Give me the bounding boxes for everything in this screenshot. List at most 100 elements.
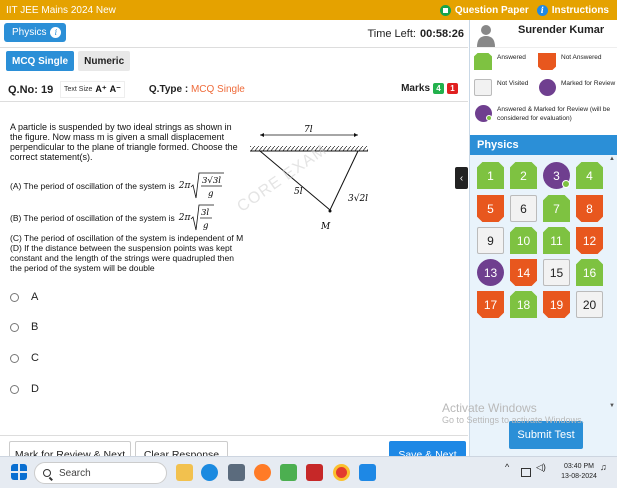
user-name: Surender Kumar: [518, 24, 605, 36]
windows-start-icon[interactable]: [11, 464, 27, 480]
radio-b[interactable]: [10, 322, 19, 332]
palette-question-9[interactable]: 9: [477, 227, 504, 254]
exam-title: IIT JEE Mains 2024 New: [6, 4, 116, 16]
tray-chevron-up-icon[interactable]: ^: [505, 462, 509, 472]
scroll-up-arrow-icon[interactable]: ▲: [609, 156, 615, 162]
avatar-icon: [477, 25, 495, 47]
mass-point: [328, 209, 332, 213]
chrome-icon[interactable]: [333, 464, 350, 481]
radio-c[interactable]: [10, 353, 19, 363]
collapse-panel-toggle[interactable]: ‹: [455, 167, 468, 189]
tab-numeric[interactable]: Numeric: [78, 51, 131, 71]
palette-question-14[interactable]: 14: [510, 259, 537, 286]
option-a[interactable]: A: [10, 291, 38, 303]
palette-question-18[interactable]: 18: [510, 291, 537, 318]
palette-question-12[interactable]: 12: [576, 227, 603, 254]
filezilla-icon[interactable]: [306, 464, 323, 481]
answered-swatch-icon: [474, 53, 492, 70]
notepad-icon[interactable]: [280, 464, 297, 481]
option-b[interactable]: B: [10, 321, 38, 333]
palette-question-17[interactable]: 17: [477, 291, 504, 318]
notification-bell-icon[interactable]: ♫: [600, 462, 607, 472]
formula-a: 2π 3√3l g: [179, 172, 225, 200]
strings-diagram: 7l 5l 3√2l M: [250, 125, 368, 232]
palette-question-20[interactable]: 20: [576, 291, 603, 318]
question-type-value: MCQ Single: [190, 84, 245, 95]
tab-mcq-single[interactable]: MCQ Single: [6, 51, 75, 71]
option-c[interactable]: C: [10, 352, 39, 364]
answered-tick-icon: [562, 180, 570, 188]
instructions-link[interactable]: i Instructions: [536, 4, 609, 16]
status-legend: Answered Not Answered Not Visited Marked…: [470, 47, 617, 149]
statement-b: (B) The period of oscillation of the sys…: [10, 204, 215, 232]
palette-question-11[interactable]: 11: [543, 227, 570, 254]
section-tab-physics[interactable]: Physics i: [4, 23, 67, 42]
time-left-value: 00:58:26: [419, 28, 464, 40]
clock[interactable]: 03:40 PM 13-08-2024: [557, 462, 601, 482]
palette-question-4[interactable]: 4: [576, 162, 603, 189]
taskbar-search[interactable]: Search: [34, 462, 167, 484]
palette-question-3[interactable]: 3: [543, 162, 570, 189]
palette-question-15[interactable]: 15: [543, 259, 570, 286]
palette-question-8[interactable]: 8: [576, 195, 603, 222]
palette-question-10[interactable]: 10: [510, 227, 537, 254]
left-string: [259, 150, 331, 211]
formula-b: 2π 3l g: [179, 204, 215, 232]
palette-question-1[interactable]: 1: [477, 162, 504, 189]
question-paper-link[interactable]: Question Paper: [439, 4, 529, 16]
option-d[interactable]: D: [10, 383, 39, 395]
legend-not-answered: Not Answered: [538, 53, 617, 70]
answered-marked-swatch-icon: [474, 105, 492, 122]
palette-question-13[interactable]: 13: [477, 259, 504, 286]
sqrt-fraction-b: 3l g: [191, 204, 215, 231]
right-panel: Surender Kumar Answered Not Answered Not…: [469, 20, 617, 456]
volume-icon[interactable]: ◁): [536, 462, 546, 472]
diagram-mass-label: M: [320, 222, 331, 232]
vscode-icon[interactable]: [359, 464, 376, 481]
network-icon[interactable]: [521, 468, 531, 477]
legend-answered: Answered: [474, 53, 540, 70]
section-bar: Physics i Time Left: 00:58:26: [0, 20, 468, 48]
formula-a-numerator: 3√3l: [202, 176, 221, 186]
palette-question-19[interactable]: 19: [543, 291, 570, 318]
activate-windows-watermark: Activate Windows Go to Settings to activ…: [442, 401, 585, 425]
question-palette: 1 2 3 4 5 6 7 8 9 10 11 12 13 14 15 16 17 18 19 20: [470, 155, 617, 409]
marks-positive: 4: [433, 83, 444, 94]
ceiling: [250, 146, 368, 151]
not-visited-swatch-icon: [474, 79, 492, 96]
palette-question-16[interactable]: 16: [576, 259, 603, 286]
radio-d[interactable]: [10, 384, 19, 394]
firefox-icon[interactable]: [254, 464, 271, 481]
statement-a: (A) The period of oscillation of the sys…: [10, 172, 225, 200]
diagram-left-label: 5l: [294, 187, 303, 197]
file-explorer-icon[interactable]: [176, 464, 193, 481]
formula-b-numerator: 3l: [201, 208, 209, 218]
legend-not-visited: Not Visited: [474, 79, 540, 96]
statement-c: (C) The period of oscillation of the sys…: [10, 233, 244, 243]
question-type-tabs: MCQ Single Numeric: [6, 51, 131, 71]
palette-question-7[interactable]: 7: [543, 195, 570, 222]
palette-question-6[interactable]: 6: [510, 195, 537, 222]
length-arrow-right: [354, 133, 358, 137]
formula-b-denominator: g: [203, 221, 209, 231]
palette-question-5[interactable]: 5: [477, 195, 504, 222]
text-size-increase[interactable]: A⁺: [95, 84, 106, 95]
top-bar: IIT JEE Mains 2024 New Question Paper i …: [0, 0, 617, 20]
info-icon: i: [536, 4, 548, 16]
question-header: Q.No: 19 Text Size A⁺ A⁻ Q.Type : MCQ Si…: [0, 78, 468, 102]
scroll-down-arrow-icon[interactable]: ▼: [609, 403, 615, 409]
formula-a-denominator: g: [208, 189, 214, 199]
palette-section-title: Physics: [470, 135, 617, 155]
question-number: Q.No: 19: [8, 83, 54, 96]
text-size-decrease[interactable]: A⁻: [110, 84, 121, 95]
palette-question-2[interactable]: 2: [510, 162, 537, 189]
calculator-icon[interactable]: [228, 464, 245, 481]
diagram-top-label: 7l: [304, 125, 313, 135]
edge-icon[interactable]: [201, 464, 218, 481]
text-size-control: Text Size A⁺ A⁻: [60, 81, 125, 98]
marks-negative: 1: [447, 83, 458, 94]
question-type-label: Q.Type : MCQ Single: [148, 84, 245, 95]
diagram-right-label: 3√2l: [348, 193, 368, 204]
section-info-icon[interactable]: i: [50, 27, 62, 38]
radio-a[interactable]: [10, 292, 19, 302]
